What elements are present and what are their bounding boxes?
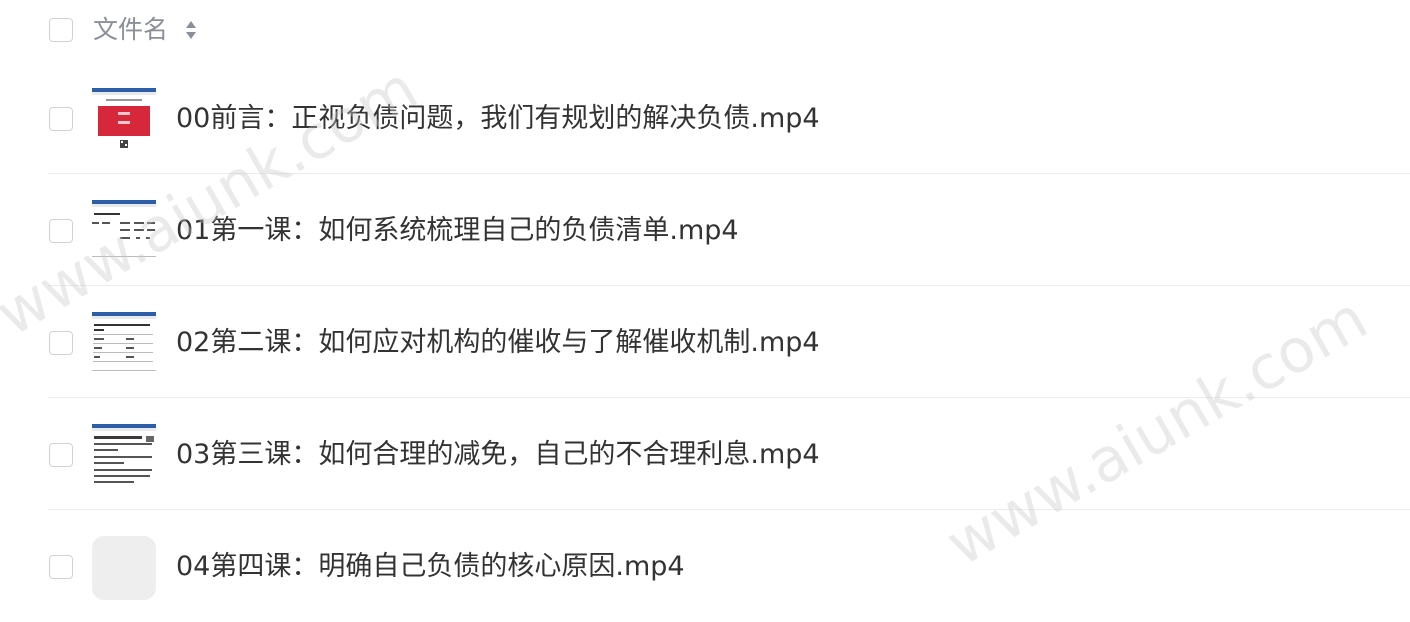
row-checkbox[interactable] [49,443,73,467]
file-row[interactable]: 01第一课：如何系统梳理自己的负债清单.mp4 [0,174,1410,286]
file-thumbnail[interactable] [92,424,156,488]
file-row[interactable]: 02第二课：如何应对机构的催收与了解催收机制.mp4 [0,286,1410,398]
row-checkbox[interactable] [49,555,73,579]
file-name[interactable]: 04第四课：明确自己负债的核心原因.mp4 [176,549,685,585]
row-checkbox[interactable] [49,331,73,355]
row-checkbox[interactable] [49,107,73,131]
file-row[interactable]: 03第三课：如何合理的减免，自己的不合理利息.mp4 [0,398,1410,510]
file-name[interactable]: 02第二课：如何应对机构的催收与了解催收机制.mp4 [176,325,820,361]
file-row[interactable]: 00前言：正视负债问题，我们有规划的解决负债.mp4 [0,62,1410,174]
column-header-filename[interactable]: 文件名 [93,14,168,46]
file-thumbnail-placeholder[interactable] [92,536,156,600]
sort-icon[interactable] [185,19,197,41]
file-thumbnail[interactable] [92,312,156,376]
select-all-checkbox[interactable] [49,18,73,42]
list-header: 文件名 [0,0,1410,62]
row-checkbox[interactable] [49,219,73,243]
file-thumbnail[interactable] [92,88,156,152]
file-name[interactable]: 01第一课：如何系统梳理自己的负债清单.mp4 [176,213,739,249]
file-name[interactable]: 03第三课：如何合理的减免，自己的不合理利息.mp4 [176,437,820,473]
file-thumbnail[interactable] [92,200,156,264]
file-row[interactable]: 04第四课：明确自己负债的核心原因.mp4 [0,510,1410,622]
file-name[interactable]: 00前言：正视负债问题，我们有规划的解决负债.mp4 [176,101,820,137]
